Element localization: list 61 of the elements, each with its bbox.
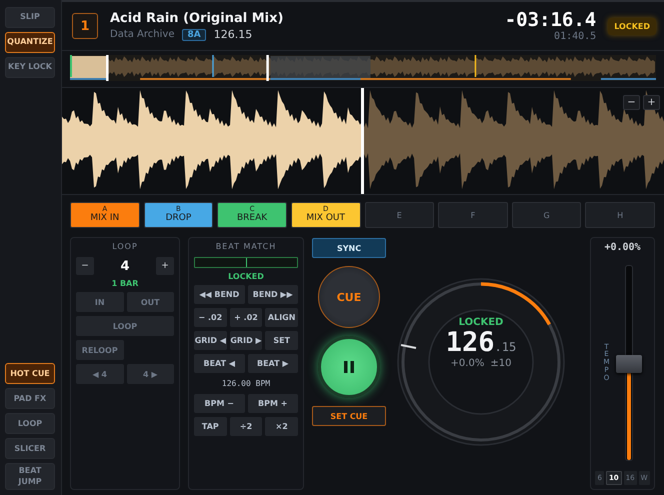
loop-halve-button[interactable]: − [76, 257, 94, 275]
zoom-button[interactable]: − [623, 95, 640, 110]
pitch-percent: +0.0% [450, 358, 484, 369]
sidebar-toggle-button[interactable]: KEY LOCK [5, 57, 55, 78]
bpm-button[interactable]: ÷2 [230, 417, 262, 436]
cue-button[interactable]: CUE [318, 266, 380, 328]
loop-double-button[interactable]: + [156, 257, 174, 275]
artist-name: Data Archive [110, 29, 174, 40]
beat-match-button[interactable]: SET [265, 331, 298, 350]
loop-length: 1 BAR [110, 279, 140, 288]
sync-button[interactable]: SYNC [312, 238, 386, 258]
track-bpm: 126.15 [214, 28, 252, 41]
pad-mode-button[interactable]: BEAT JUMP [5, 463, 55, 490]
elapsed-time: 01:40.5 [554, 30, 596, 42]
pause-icon [343, 360, 355, 374]
beat-match-button[interactable]: BEND ▶▶ [248, 285, 298, 304]
jog-sync-status: LOCKED [458, 317, 504, 328]
sidebar-toggle-button[interactable]: QUANTIZE [5, 32, 55, 53]
overview-waveform-drawing[interactable] [70, 55, 656, 81]
bpm-fraction: .15 [494, 340, 516, 354]
bpm-button[interactable]: TAP [194, 417, 227, 436]
jog-wheel[interactable] [396, 277, 566, 447]
hot-cue-pad[interactable]: H [585, 202, 655, 228]
bpm-display: 126 [446, 328, 495, 358]
bpm-button[interactable]: BPM − [194, 394, 244, 413]
pad-mode-button[interactable]: HOT CUE [5, 363, 55, 384]
remaining-time: -03:16.4 [504, 10, 596, 31]
panel-title: BEAT MATCH [214, 242, 278, 251]
bpm-readout: 126.00 BPM [220, 378, 272, 390]
panel-title: LOOP [111, 242, 139, 251]
beat-match-button[interactable]: + .02 [230, 308, 262, 327]
beat-match-button[interactable]: − .02 [194, 308, 227, 327]
beat-match-button[interactable]: BEAT ◀ [194, 354, 244, 373]
beat-match-button[interactable]: GRID ▶ [230, 331, 262, 350]
fader-thumb[interactable] [616, 355, 642, 373]
beat-match-button[interactable]: BEAT ▶ [248, 354, 298, 373]
hot-cue-pad[interactable]: G [512, 202, 582, 228]
bpm-button[interactable]: BPM + [248, 394, 298, 413]
pad-mode-button[interactable]: SLICER [5, 438, 55, 460]
pad-mode-button[interactable]: PAD FX [5, 388, 55, 410]
zoom-button[interactable]: + [643, 95, 660, 110]
tempo-readout: +0.00% [604, 242, 641, 253]
beat-match-button[interactable]: ALIGN [265, 308, 298, 327]
beat-match-button[interactable]: GRID ◀ [194, 331, 227, 350]
pause-button[interactable] [318, 336, 380, 398]
hot-cue-pad[interactable]: F [438, 202, 508, 228]
fader-track[interactable] [625, 265, 633, 461]
pitch-range: ±10 [490, 358, 512, 369]
waveform-drawing[interactable] [62, 88, 664, 194]
beat-match-button[interactable]: ◀◀ BEND [194, 285, 244, 304]
deck-number: 1 [72, 13, 98, 39]
key-badge: 8A [182, 28, 206, 40]
track-title: Acid Rain (Original Mix) [110, 11, 284, 26]
hot-cue-pad[interactable]: E [364, 202, 434, 228]
beat-match-status: LOCKED [227, 272, 265, 281]
sidebar-toggle-button[interactable]: SLIP [5, 7, 55, 28]
bpm-button[interactable]: ×2 [265, 417, 298, 436]
pad-mode-button[interactable]: LOOP [5, 413, 55, 434]
loop-size: 4 [120, 258, 130, 274]
set-cue-button[interactable]: SET CUE [312, 406, 386, 426]
sync-status-badge: LOCKED [608, 18, 656, 34]
